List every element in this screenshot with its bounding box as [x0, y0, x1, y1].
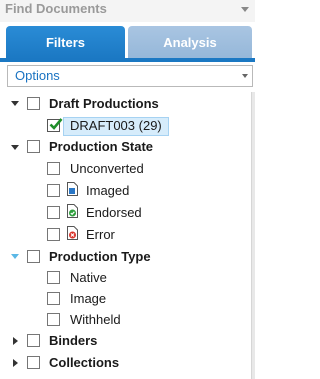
unconverted-checkbox[interactable] — [47, 162, 60, 175]
draft-productions-checkbox[interactable] — [27, 97, 40, 110]
expand-arrow-icon[interactable] — [11, 101, 19, 106]
draft003-label[interactable]: DRAFT003 (29) — [70, 118, 162, 133]
chevron-down-icon[interactable] — [242, 74, 248, 78]
expand-arrow-icon[interactable] — [11, 145, 19, 150]
collapse-arrow-icon[interactable] — [13, 337, 18, 345]
binders-checkbox[interactable] — [27, 334, 40, 347]
collections-label: Collections — [49, 355, 120, 370]
expand-arrow-icon[interactable] — [11, 254, 19, 259]
imaged-doc-icon — [67, 182, 78, 196]
endorsed-doc-icon — [67, 204, 78, 218]
imaged-checkbox[interactable] — [47, 184, 60, 197]
checkmark-icon — [49, 118, 63, 130]
collapse-caret-icon[interactable] — [241, 7, 249, 12]
withheld-label: Withheld — [70, 312, 121, 327]
native-checkbox[interactable] — [47, 271, 60, 284]
error-doc-icon — [67, 226, 78, 240]
panel-header[interactable]: Find Documents — [0, 0, 255, 22]
tab-bar: Filters Analysis — [0, 22, 255, 59]
production-state-label: Production State — [49, 139, 154, 154]
native-label: Native — [70, 270, 107, 285]
collections-checkbox[interactable] — [27, 356, 40, 369]
error-checkbox[interactable] — [47, 228, 60, 241]
imaged-label: Imaged — [86, 183, 130, 198]
image-label: Image — [70, 291, 107, 306]
tab-underline — [0, 58, 255, 62]
binders-label: Binders — [49, 333, 98, 348]
options-label: Options — [15, 68, 60, 83]
options-dropdown[interactable]: Options — [7, 65, 253, 87]
collapse-arrow-icon[interactable] — [13, 359, 18, 367]
endorsed-label: Endorsed — [86, 205, 142, 220]
production-state-checkbox[interactable] — [27, 140, 40, 153]
unconverted-label: Unconverted — [70, 161, 144, 176]
draft-productions-label: Draft Productions — [49, 96, 159, 111]
panel-title: Find Documents — [5, 1, 107, 16]
production-type-checkbox[interactable] — [27, 250, 40, 263]
endorsed-checkbox[interactable] — [47, 206, 60, 219]
production-type-label: Production Type — [49, 249, 151, 264]
draft003-checkbox[interactable] — [47, 118, 63, 132]
error-label: Error — [86, 227, 115, 242]
vertical-scrollbar[interactable] — [251, 92, 255, 379]
withheld-checkbox[interactable] — [47, 313, 60, 326]
tab-analysis[interactable]: Analysis — [128, 26, 252, 59]
image-checkbox[interactable] — [47, 292, 60, 305]
tab-filters[interactable]: Filters — [6, 26, 125, 59]
